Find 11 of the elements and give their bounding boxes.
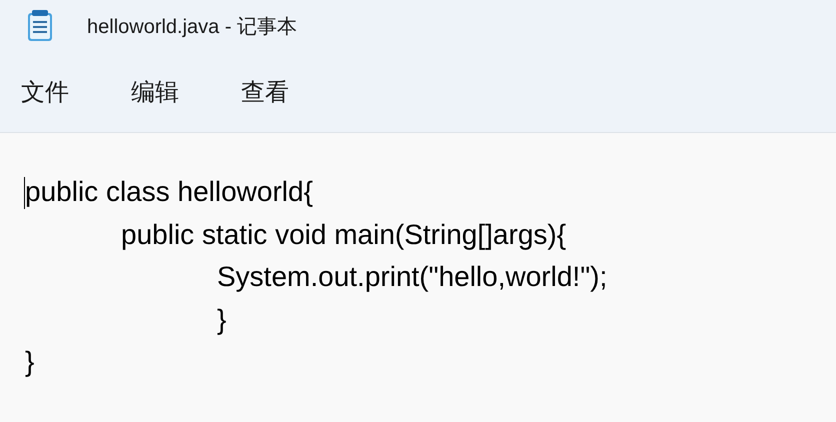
code-line: } [25,345,34,379]
code-line: System.out.print("hello,world!"); [216,260,608,294]
text-cursor [24,177,25,209]
menu-item[interactable]: 编辑 [118,70,192,114]
menu-item[interactable]: 文件 [8,70,82,114]
window-title: helloworld.java - 记事本 [87,14,298,40]
code-line: } [216,302,226,337]
code-line: public class helloworld{ [25,175,313,209]
notepad-icon [27,10,53,42]
menu-item[interactable]: 查看 [228,70,302,114]
code-line: public static void main(String[]args){ [120,218,566,252]
